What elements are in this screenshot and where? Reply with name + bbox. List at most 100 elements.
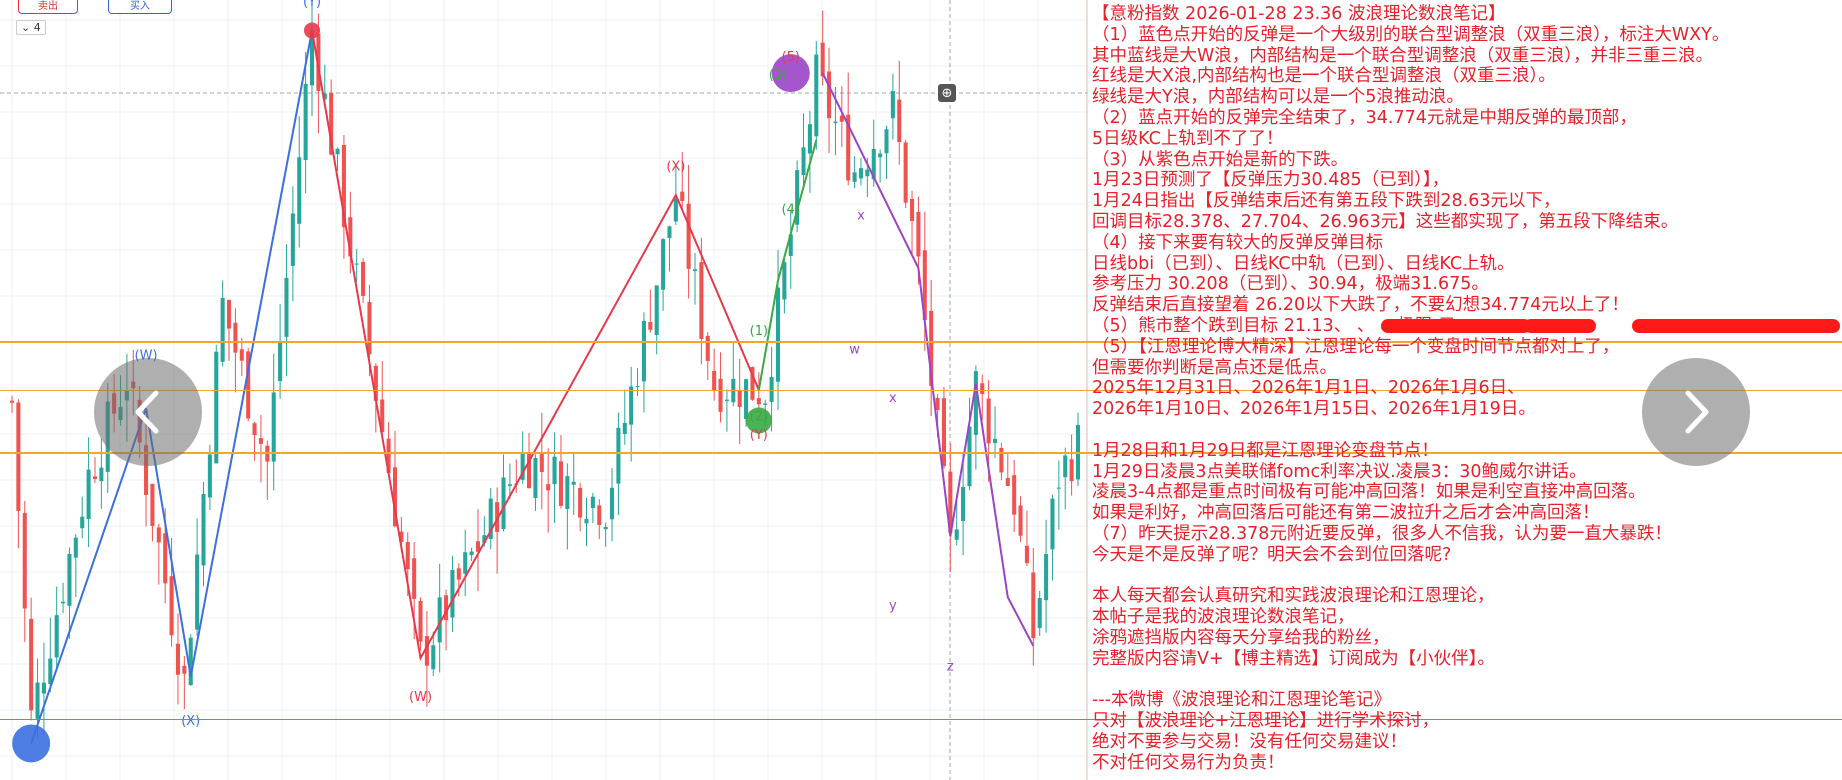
candle-body xyxy=(737,390,742,408)
note-line: 但需要你判断是高点还是低点。 xyxy=(1092,357,1337,378)
sell-button[interactable]: 卖出 xyxy=(18,0,78,14)
candle-body xyxy=(884,129,889,154)
candle-body xyxy=(48,658,53,685)
candle-body xyxy=(22,513,27,609)
candle-body xyxy=(1069,459,1074,482)
candle-body xyxy=(1031,572,1036,639)
candle-body xyxy=(16,402,21,511)
candle-body xyxy=(361,261,366,296)
candle-body xyxy=(1018,505,1023,536)
candle-body xyxy=(86,469,91,520)
candle-body xyxy=(463,552,468,574)
wave-label: (X) xyxy=(666,160,685,175)
candle-body xyxy=(284,277,289,337)
candle-body xyxy=(712,370,717,391)
note-line: 1月28日和1月29日都是江恩理论变盘节点！ xyxy=(1092,440,1439,461)
candle-body xyxy=(622,422,627,434)
note-line: 5日级KC上轨到不了了！ xyxy=(1092,128,1284,149)
note-line: 日线bbi（已到）、日线KC中轨（已到）、日线KC上轨。 xyxy=(1092,253,1515,274)
redaction-mark xyxy=(1381,319,1531,333)
candle-body xyxy=(648,322,653,330)
candle-body xyxy=(412,558,417,599)
candle-body xyxy=(67,553,72,606)
note-line: 绿线是大Y浪，内部结构可以是一个5浪推动浪。 xyxy=(1092,87,1464,108)
candle-body xyxy=(405,542,410,570)
candle-body xyxy=(552,456,557,485)
candle-body xyxy=(54,615,59,658)
candle-body xyxy=(507,484,512,486)
candle-body xyxy=(865,169,870,177)
candle-body xyxy=(973,371,978,435)
wave-label: (Y) xyxy=(750,428,768,443)
candle-body xyxy=(903,142,908,203)
note-line: 反弹结束后直接望着 26.20以下大跌了，不要幻想34.774元以上了！ xyxy=(1092,295,1629,316)
candle-body xyxy=(616,427,621,484)
candle-body xyxy=(629,386,634,425)
candle-body xyxy=(354,263,359,265)
candle-body xyxy=(41,682,46,694)
candle-body xyxy=(1063,455,1068,478)
candle-body xyxy=(705,335,710,361)
candle-body xyxy=(367,302,372,355)
interval-dropdown[interactable]: ⌄ 4 xyxy=(16,20,46,35)
candle-body xyxy=(916,211,921,257)
chart-screenshot: (Y) (W) (X) (X) (W) (Y) (5) (3) (4) (1) (2) x w x y z 卖… xyxy=(0,0,1842,780)
buy-button[interactable]: 买入 xyxy=(108,0,172,14)
candle-body xyxy=(1012,475,1017,515)
note-line: 凌晨3-4点都是重点时间极有可能冲高回落！如果是利空直接冲高回落。 xyxy=(1092,482,1646,503)
candle-body xyxy=(265,445,270,462)
candle-body xyxy=(597,505,602,525)
note-line: 其中蓝线是大W浪，内部结构是一个联合型调整浪（双重三浪），并非三重三浪。 xyxy=(1092,45,1714,66)
candle-body xyxy=(92,476,98,480)
candle-body xyxy=(718,378,723,412)
candle-body xyxy=(290,213,295,266)
candle-body xyxy=(980,383,985,394)
note-line: （7）昨天提示28.378元附近要反弹，很多人不信我，认为要一直大暴跌！ xyxy=(1092,524,1672,544)
note-line: （4）接下来要有较大的反弹反弹目标 xyxy=(1092,232,1384,253)
next-image-button[interactable] xyxy=(1642,358,1750,466)
note-line: 如果是利好，冲高回落后可能还有第二波拉升之后才会冲高回落！ xyxy=(1092,503,1600,524)
candle-body xyxy=(961,487,966,522)
candle-body xyxy=(214,351,219,464)
candle-body xyxy=(239,349,244,361)
crosshair-icon[interactable]: ⊕ xyxy=(938,84,956,102)
candle-body xyxy=(169,576,174,636)
candle-body xyxy=(667,226,672,238)
candle-body xyxy=(1024,545,1029,564)
candle-body xyxy=(156,527,161,543)
candle-body xyxy=(175,643,180,675)
wave-label: (4) xyxy=(782,202,800,217)
candle-body xyxy=(220,297,225,362)
candle-body xyxy=(469,551,474,556)
candle-body xyxy=(782,262,787,300)
note-line: 今天是不是反弹了呢？明天会不会到位回落呢? xyxy=(1092,544,1452,565)
candle-body xyxy=(756,398,761,405)
candle-body xyxy=(195,554,200,630)
candle-body xyxy=(1056,487,1061,489)
candle-body xyxy=(226,299,232,329)
candle-body xyxy=(801,147,806,176)
wave-label: y xyxy=(889,598,897,613)
wave-line-green xyxy=(757,139,818,391)
previous-image-button[interactable] xyxy=(94,358,202,466)
candle-body xyxy=(558,461,563,506)
note-line: 涂鸦遮挡版内容每天分享给我的粉丝， xyxy=(1092,628,1390,648)
candle-body xyxy=(35,682,40,719)
note-line: 只对【波浪理论+江恩理论】进行学术探讨， xyxy=(1092,711,1440,732)
candle-body xyxy=(858,168,864,179)
candle-body xyxy=(807,124,812,154)
candle-body xyxy=(635,386,640,388)
candle-body xyxy=(890,91,895,119)
candle-body xyxy=(641,320,646,382)
note-line: （2）蓝点开始的反弹完全结束了，34.774元就是中期反弹的最顶部， xyxy=(1092,108,1637,128)
candle-body xyxy=(1005,478,1010,486)
wave-label: x xyxy=(889,391,897,406)
candle-body xyxy=(833,121,838,124)
candle-body xyxy=(29,618,34,711)
candle-body xyxy=(335,148,340,155)
wave-label: z xyxy=(947,659,954,674)
candle-body xyxy=(61,601,66,604)
note-line: 1月29日凌晨3点美联储fomc利率决议.凌晨3：30鲍威尔讲话。 xyxy=(1092,461,1587,482)
candle-body xyxy=(814,54,819,137)
candle-body xyxy=(692,269,698,271)
